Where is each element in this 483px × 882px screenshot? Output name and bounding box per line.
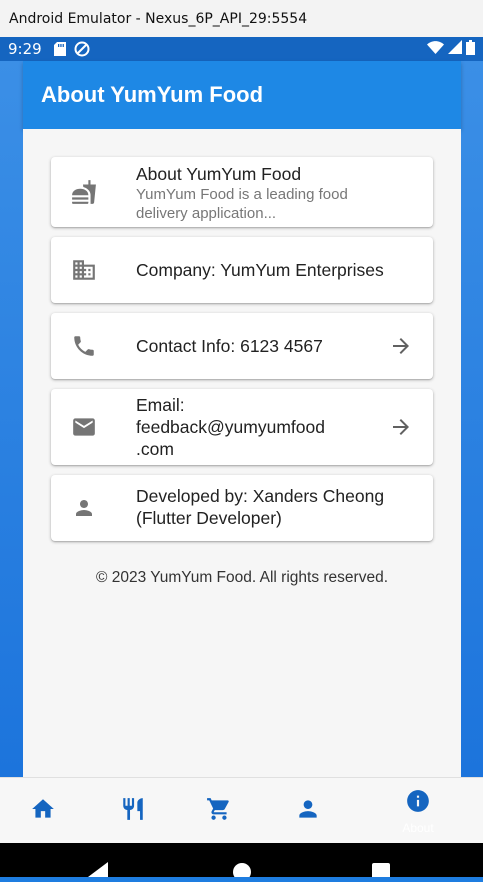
nav-about-label: About bbox=[402, 821, 434, 835]
person-icon bbox=[295, 796, 321, 827]
wifi-icon bbox=[427, 40, 444, 58]
email-card-address-end: .com bbox=[136, 439, 174, 459]
company-card-text: Company: YumYum Enterprises bbox=[136, 260, 384, 280]
contact-card[interactable]: Contact Info: 6123 4567 bbox=[51, 313, 433, 379]
main-content: About YumYum Food YumYum Food is a leadi… bbox=[23, 129, 461, 777]
bottom-navigation: About bbox=[0, 777, 483, 843]
person-icon bbox=[71, 495, 97, 521]
no-disturb-icon bbox=[74, 41, 90, 57]
sd-card-icon bbox=[53, 42, 66, 56]
app-bar: About YumYum Food bbox=[23, 61, 461, 129]
copyright-text: © 2023 YumYum Food. All rights reserved. bbox=[95, 569, 388, 586]
page-title: About YumYum Food bbox=[41, 82, 264, 107]
company-card[interactable]: Company: YumYum Enterprises bbox=[51, 237, 433, 303]
battery-icon bbox=[466, 39, 475, 59]
status-time: 9:29 bbox=[8, 40, 42, 58]
about-card-title: About YumYum Food bbox=[136, 164, 302, 184]
restaurant-icon bbox=[120, 796, 146, 827]
nav-about[interactable]: About bbox=[388, 778, 448, 844]
email-card-address: feedback@yumyumfood bbox=[136, 417, 325, 437]
contact-card-text: Contact Info: 6123 4567 bbox=[136, 336, 323, 356]
developer-card-role: (Flutter Developer) bbox=[136, 508, 282, 528]
signal-icon bbox=[448, 40, 462, 58]
arrow-forward-icon bbox=[389, 334, 413, 358]
business-icon bbox=[71, 257, 97, 283]
info-icon bbox=[405, 788, 431, 819]
cart-icon bbox=[206, 796, 232, 827]
back-icon[interactable] bbox=[88, 862, 108, 882]
nav-home[interactable] bbox=[13, 778, 73, 844]
email-card[interactable]: Email: feedback@yumyumfood .com bbox=[51, 389, 433, 465]
email-card-label: Email: bbox=[136, 395, 185, 415]
background-right bbox=[461, 61, 483, 777]
nav-cart[interactable] bbox=[189, 778, 249, 844]
background-left bbox=[0, 61, 23, 777]
fastfood-icon bbox=[71, 179, 97, 205]
about-card-subtitle: YumYum Food is a leading food delivery a… bbox=[136, 186, 348, 222]
recents-icon[interactable] bbox=[372, 863, 390, 882]
developer-card-name: Developed by: Xanders Cheong bbox=[136, 486, 385, 506]
email-icon bbox=[71, 414, 97, 440]
arrow-forward-icon bbox=[389, 415, 413, 439]
developer-card[interactable]: Developed by: Xanders Cheong (Flutter De… bbox=[51, 475, 433, 541]
home-circle-icon[interactable] bbox=[232, 862, 252, 882]
about-card[interactable]: About YumYum Food YumYum Food is a leadi… bbox=[51, 157, 433, 227]
phone-icon bbox=[71, 333, 97, 359]
home-icon bbox=[30, 796, 56, 827]
status-bar: 9:29 bbox=[0, 37, 483, 61]
nav-profile[interactable] bbox=[278, 778, 338, 844]
system-navigation-bar bbox=[0, 843, 483, 881]
emulator-window-title: Android Emulator - Nexus_6P_API_29:5554 bbox=[0, 0, 483, 37]
nav-menu[interactable] bbox=[103, 778, 163, 844]
